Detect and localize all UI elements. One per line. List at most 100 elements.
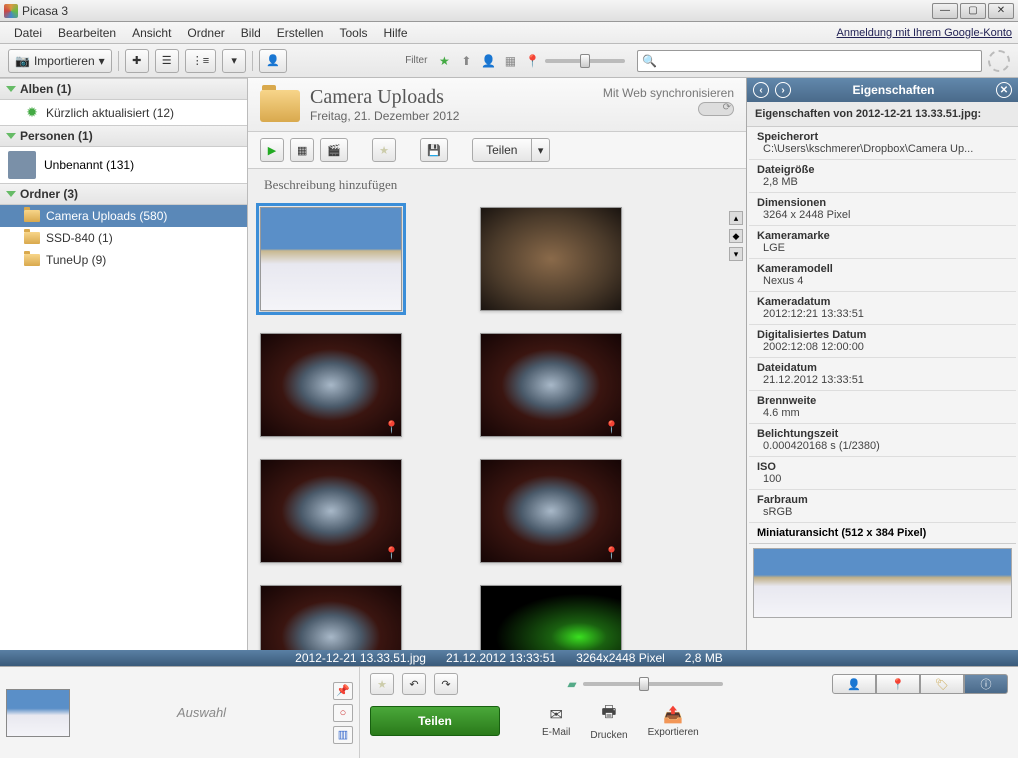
tab-info[interactable]: ⓘ [964,674,1008,694]
view-dropdown-button[interactable]: ▾ [222,49,246,73]
create-movie-button[interactable]: 🎬 [320,138,348,162]
window-titlebar: Picasa 3 — ▢ ✕ [0,0,1018,22]
album-toolbar: ▶ ▦ 🎬 ★ 💾 Teilen ▾ [248,132,746,169]
collapse-icon [6,191,16,197]
sidebar-item-label: SSD-840 (1) [46,231,113,245]
star-button[interactable]: ★ [372,138,396,162]
filter-geo-icon[interactable]: 📍 [523,52,541,70]
sidebar-item-tuneup[interactable]: TuneUp (9) [0,249,247,271]
share-button[interactable]: Teilen [472,138,532,162]
sidebar-section-ordner[interactable]: Ordner (3) [0,183,247,205]
thumbnail[interactable]: 📍 [260,459,402,563]
sidebar-section-personen[interactable]: Personen (1) [0,125,247,147]
selection-thumbnail[interactable] [6,689,70,737]
maximize-button[interactable]: ▢ [960,3,986,19]
menu-datei[interactable]: Datei [6,24,50,42]
sidebar: Alben (1) ✹ Kürzlich aktualisiert (12) P… [0,78,248,650]
filter-movie-icon[interactable]: ▦ [501,52,519,70]
property-label: Brennweite [757,395,1008,407]
status-dimensions: 3264x2448 Pixel [576,651,665,665]
property-row: Dimensionen3264 x 2448 Pixel [749,193,1016,226]
filter-upload-icon[interactable]: ⬆ [457,52,475,70]
play-slideshow-button[interactable]: ▶ [260,138,284,162]
thumbnail[interactable] [260,585,402,650]
filter-face-icon[interactable]: 👤 [479,52,497,70]
minimize-button[interactable]: — [932,3,958,19]
zoom-slider[interactable]: ▰ [567,677,722,691]
action-area: ★ ↶ ↷ ▰ 👤 📍 🏷 ⓘ Teilen ✉ E-Mail [360,667,1018,758]
geo-pin-icon: 📍 [384,420,399,434]
menu-ordner[interactable]: Ordner [179,24,232,42]
property-row: KameramodellNexus 4 [749,259,1016,292]
sidebar-section-alben[interactable]: Alben (1) [0,78,247,100]
menu-bearbeiten[interactable]: Bearbeiten [50,24,124,42]
add-to-album-button[interactable]: ▥ [333,726,353,744]
sync-toggle[interactable] [698,102,734,116]
album-header: Camera Uploads Freitag, 21. Dezember 201… [248,78,746,132]
selection-label: Auswahl [78,705,325,720]
rotate-left-button[interactable]: ↶ [402,673,426,695]
search-input[interactable] [657,55,977,67]
menu-hilfe[interactable]: Hilfe [376,24,416,42]
property-row: Dateidatum21.12.2012 13:33:51 [749,358,1016,391]
action-email[interactable]: ✉ E-Mail [536,705,576,738]
sidebar-item-unnamed-person[interactable]: Unbenannt (131) [0,147,247,183]
big-share-button[interactable]: Teilen [370,706,500,736]
filter-date-slider[interactable] [545,59,625,63]
google-login-link[interactable]: Anmeldung mit Ihrem Google-Konto [837,27,1012,39]
view-details-button[interactable]: ⋮≡ [185,49,216,73]
thumbnail[interactable] [480,207,622,311]
property-label: Kameramodell [757,263,1008,275]
sidebar-item-label: Unbenannt (131) [44,158,134,172]
tab-people[interactable]: 👤 [832,674,876,694]
clear-selection-button[interactable]: ○ [333,704,353,722]
hold-selection-button[interactable]: 📌 [333,682,353,700]
search-icon: 🔍 [642,54,657,68]
properties-prev-button[interactable]: ‹ [753,82,769,98]
thumbnail[interactable] [480,585,622,650]
tab-tags[interactable]: 🏷 [920,674,964,694]
sidebar-item-ssd-840[interactable]: SSD-840 (1) [0,227,247,249]
menu-tools[interactable]: Tools [331,24,375,42]
album-description-input[interactable]: Beschreibung hinzufügen [248,169,746,201]
rotate-right-button[interactable]: ↷ [434,673,458,695]
scroll-down-button[interactable]: ▾ [729,247,743,261]
folder-icon [24,254,40,266]
sidebar-item-label: TuneUp (9) [46,253,106,267]
scroll-up-button[interactable]: ▴ [729,211,743,225]
sidebar-item-label: Camera Uploads (580) [46,209,167,223]
share-dropdown-button[interactable]: ▾ [532,138,551,162]
sidebar-item-label: Kürzlich aktualisiert (12) [46,106,174,120]
property-value: LGE [757,242,1008,254]
view-list-button[interactable]: ☰ [155,49,179,73]
action-print[interactable]: 🖶 Drucken [584,701,633,741]
close-button[interactable]: ✕ [988,3,1014,19]
people-view-button[interactable]: 👤 [259,49,287,73]
filter-star-icon[interactable]: ★ [435,52,453,70]
properties-close-button[interactable]: ✕ [996,82,1012,98]
sidebar-item-recent[interactable]: ✹ Kürzlich aktualisiert (12) [0,100,247,125]
thumbnail[interactable]: 📍 [480,459,622,563]
scroll-marker[interactable]: ◆ [729,229,743,243]
thumbnail[interactable]: 📍 [260,333,402,437]
new-album-button[interactable]: ✚ [125,49,149,73]
tab-places[interactable]: 📍 [876,674,920,694]
menu-ansicht[interactable]: Ansicht [124,24,179,42]
properties-caption: Eigenschaften von 2012-12-21 13.33.51.jp… [747,102,1018,127]
menu-erstellen[interactable]: Erstellen [269,24,332,42]
search-box[interactable]: 🔍 [637,50,982,72]
save-button[interactable]: 💾 [420,138,448,162]
import-button[interactable]: 📷 Importieren ▾ [8,49,112,73]
sidebar-item-camera-uploads[interactable]: Camera Uploads (580) [0,205,247,227]
create-collage-button[interactable]: ▦ [290,138,314,162]
thumbnail-preview-label: Miniaturansicht (512 x 384 Pixel) [749,523,1016,544]
menu-bild[interactable]: Bild [233,24,269,42]
thumbnail[interactable]: 📍 [480,333,622,437]
properties-next-button[interactable]: › [775,82,791,98]
zoom-out-icon: ▰ [567,677,576,691]
action-export[interactable]: 📤 Exportieren [642,705,705,738]
thumbnail[interactable] [260,207,402,311]
main-area: Alben (1) ✹ Kürzlich aktualisiert (12) P… [0,78,1018,650]
star-toggle-button[interactable]: ★ [370,673,394,695]
web-sync-area: Mit Web synchronisieren [603,86,734,116]
